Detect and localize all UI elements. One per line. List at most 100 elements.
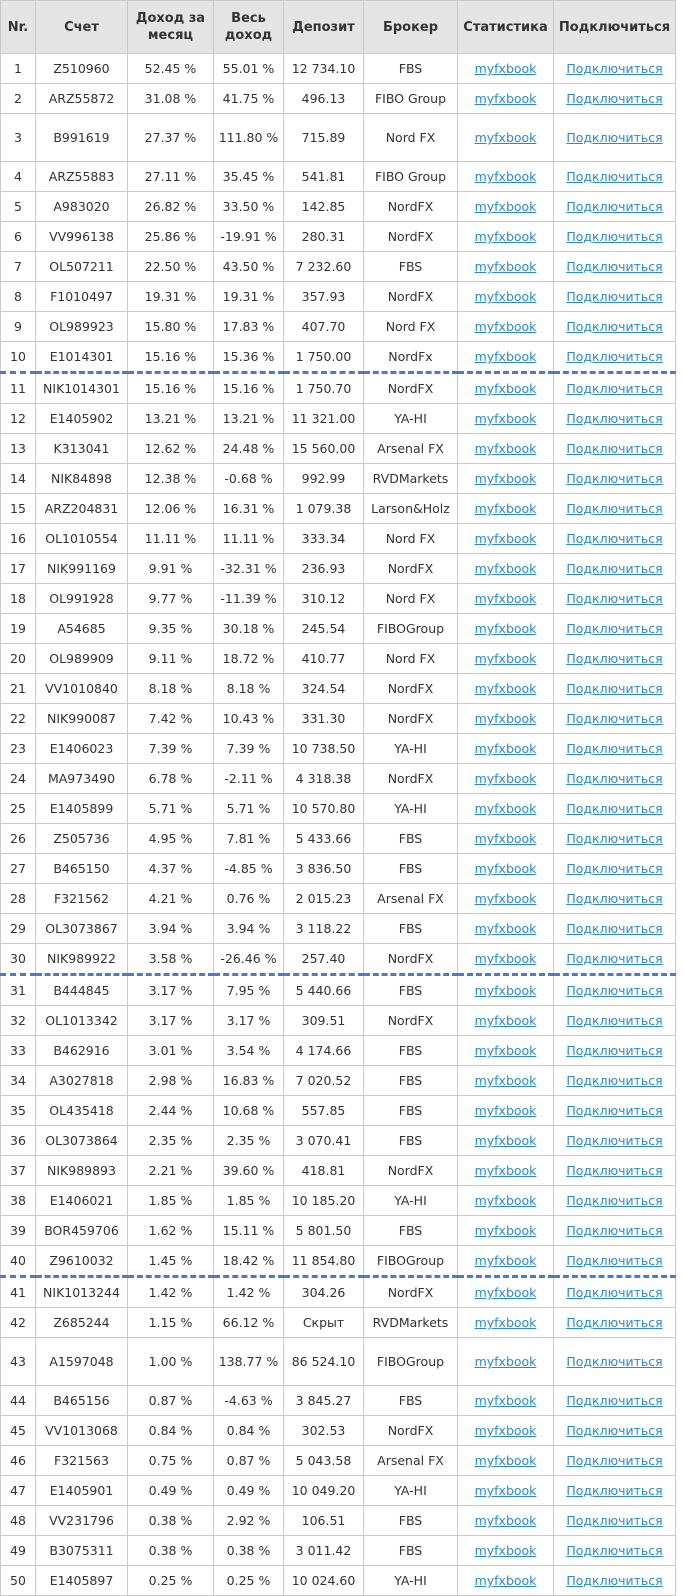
myfxbook-link[interactable]: myfxbook — [475, 531, 537, 546]
myfxbook-link[interactable]: myfxbook — [475, 771, 537, 786]
connect-link[interactable]: Подключиться — [566, 531, 662, 546]
connect-link[interactable]: Подключиться — [566, 1513, 662, 1528]
connect-link[interactable]: Подключиться — [566, 921, 662, 936]
connect-link[interactable]: Подключиться — [566, 1013, 662, 1028]
connect-link[interactable]: Подключиться — [566, 1163, 662, 1178]
myfxbook-link[interactable]: myfxbook — [475, 289, 537, 304]
connect-link[interactable]: Подключиться — [566, 1483, 662, 1498]
connect-link[interactable]: Подключиться — [566, 801, 662, 816]
connect-link[interactable]: Подключиться — [566, 471, 662, 486]
myfxbook-link[interactable]: myfxbook — [475, 130, 537, 145]
myfxbook-link[interactable]: myfxbook — [475, 349, 537, 364]
myfxbook-link[interactable]: myfxbook — [475, 921, 537, 936]
connect-link[interactable]: Подключиться — [566, 1253, 662, 1268]
myfxbook-link[interactable]: myfxbook — [475, 1453, 537, 1468]
connect-link[interactable]: Подключиться — [566, 1133, 662, 1148]
myfxbook-link[interactable]: myfxbook — [475, 61, 537, 76]
myfxbook-link[interactable]: myfxbook — [475, 1073, 537, 1088]
connect-link[interactable]: Подключиться — [566, 1543, 662, 1558]
connect-link[interactable]: Подключиться — [566, 1573, 662, 1588]
connect-link[interactable]: Подключиться — [566, 169, 662, 184]
myfxbook-link[interactable]: myfxbook — [475, 591, 537, 606]
myfxbook-link[interactable]: myfxbook — [475, 891, 537, 906]
myfxbook-link[interactable]: myfxbook — [475, 1253, 537, 1268]
myfxbook-link[interactable]: myfxbook — [475, 1223, 537, 1238]
connect-link[interactable]: Подключиться — [566, 289, 662, 304]
myfxbook-link[interactable]: myfxbook — [475, 681, 537, 696]
myfxbook-link[interactable]: myfxbook — [475, 381, 537, 396]
connect-link[interactable]: Подключиться — [566, 711, 662, 726]
myfxbook-link[interactable]: myfxbook — [475, 1354, 537, 1369]
myfxbook-link[interactable]: myfxbook — [475, 169, 537, 184]
connect-link[interactable]: Подключиться — [566, 1354, 662, 1369]
connect-link[interactable]: Подключиться — [566, 1453, 662, 1468]
connect-link[interactable]: Подключиться — [566, 349, 662, 364]
connect-link[interactable]: Подключиться — [566, 1073, 662, 1088]
myfxbook-link[interactable]: myfxbook — [475, 1315, 537, 1330]
myfxbook-link[interactable]: myfxbook — [475, 1393, 537, 1408]
connect-link[interactable]: Подключиться — [566, 591, 662, 606]
myfxbook-link[interactable]: myfxbook — [475, 621, 537, 636]
connect-link[interactable]: Подключиться — [566, 561, 662, 576]
connect-link[interactable]: Подключиться — [566, 771, 662, 786]
connect-link[interactable]: Подключиться — [566, 1285, 662, 1300]
myfxbook-link[interactable]: myfxbook — [475, 1133, 537, 1148]
connect-link[interactable]: Подключиться — [566, 741, 662, 756]
connect-link[interactable]: Подключиться — [566, 983, 662, 998]
connect-link[interactable]: Подключиться — [566, 861, 662, 876]
connect-link[interactable]: Подключиться — [566, 130, 662, 145]
connect-link[interactable]: Подключиться — [566, 1423, 662, 1438]
myfxbook-link[interactable]: myfxbook — [475, 199, 537, 214]
connect-link[interactable]: Подключиться — [566, 1223, 662, 1238]
myfxbook-link[interactable]: myfxbook — [475, 411, 537, 426]
connect-link[interactable]: Подключиться — [566, 621, 662, 636]
myfxbook-link[interactable]: myfxbook — [475, 1483, 537, 1498]
myfxbook-link[interactable]: myfxbook — [475, 741, 537, 756]
myfxbook-link[interactable]: myfxbook — [475, 831, 537, 846]
connect-link[interactable]: Подключиться — [566, 319, 662, 334]
connect-link[interactable]: Подключиться — [566, 1393, 662, 1408]
myfxbook-link[interactable]: myfxbook — [475, 1043, 537, 1058]
myfxbook-link[interactable]: myfxbook — [475, 801, 537, 816]
connect-link[interactable]: Подключиться — [566, 681, 662, 696]
myfxbook-link[interactable]: myfxbook — [475, 1285, 537, 1300]
myfxbook-link[interactable]: myfxbook — [475, 651, 537, 666]
connect-link[interactable]: Подключиться — [566, 91, 662, 106]
myfxbook-link[interactable]: myfxbook — [475, 983, 537, 998]
connect-link[interactable]: Подключиться — [566, 831, 662, 846]
myfxbook-link[interactable]: myfxbook — [475, 501, 537, 516]
myfxbook-link[interactable]: myfxbook — [475, 1193, 537, 1208]
myfxbook-link[interactable]: myfxbook — [475, 1573, 537, 1588]
myfxbook-link[interactable]: myfxbook — [475, 1013, 537, 1028]
connect-link[interactable]: Подключиться — [566, 229, 662, 244]
myfxbook-link[interactable]: myfxbook — [475, 951, 537, 966]
myfxbook-link[interactable]: myfxbook — [475, 1163, 537, 1178]
myfxbook-link[interactable]: myfxbook — [475, 861, 537, 876]
myfxbook-link[interactable]: myfxbook — [475, 561, 537, 576]
connect-link[interactable]: Подключиться — [566, 61, 662, 76]
myfxbook-link[interactable]: myfxbook — [475, 471, 537, 486]
myfxbook-link[interactable]: myfxbook — [475, 711, 537, 726]
myfxbook-link[interactable]: myfxbook — [475, 229, 537, 244]
connect-link[interactable]: Подключиться — [566, 441, 662, 456]
connect-link[interactable]: Подключиться — [566, 951, 662, 966]
connect-link[interactable]: Подключиться — [566, 501, 662, 516]
myfxbook-link[interactable]: myfxbook — [475, 441, 537, 456]
connect-link[interactable]: Подключиться — [566, 411, 662, 426]
connect-link[interactable]: Подключиться — [566, 259, 662, 274]
myfxbook-link[interactable]: myfxbook — [475, 259, 537, 274]
connect-link[interactable]: Подключиться — [566, 1103, 662, 1118]
connect-link[interactable]: Подключиться — [566, 199, 662, 214]
connect-link[interactable]: Подключиться — [566, 381, 662, 396]
myfxbook-link[interactable]: myfxbook — [475, 1423, 537, 1438]
myfxbook-link[interactable]: myfxbook — [475, 91, 537, 106]
connect-link[interactable]: Подключиться — [566, 1193, 662, 1208]
connect-link[interactable]: Подключиться — [566, 651, 662, 666]
myfxbook-link[interactable]: myfxbook — [475, 1513, 537, 1528]
connect-link[interactable]: Подключиться — [566, 1315, 662, 1330]
myfxbook-link[interactable]: myfxbook — [475, 319, 537, 334]
myfxbook-link[interactable]: myfxbook — [475, 1543, 537, 1558]
myfxbook-link[interactable]: myfxbook — [475, 1103, 537, 1118]
connect-link[interactable]: Подключиться — [566, 891, 662, 906]
connect-link[interactable]: Подключиться — [566, 1043, 662, 1058]
